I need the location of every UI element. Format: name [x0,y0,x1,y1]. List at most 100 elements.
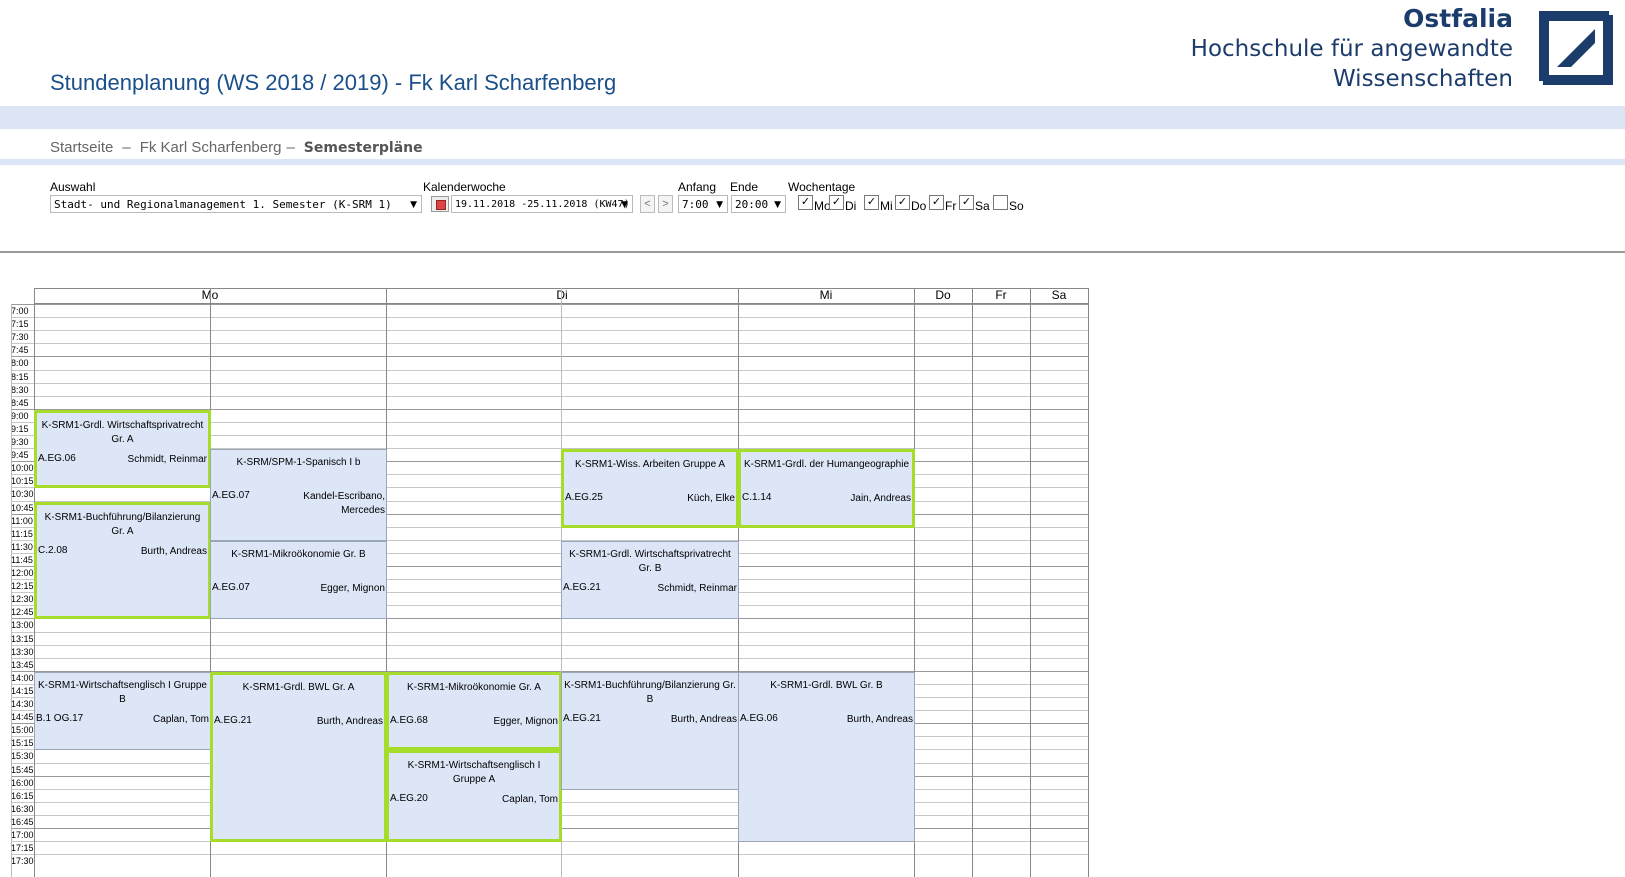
time-label: 10:45 [11,501,34,514]
time-label: 9:15 [11,422,34,435]
time-label: 17:15 [11,842,34,855]
event-person: Burth, Andreas [670,713,737,725]
time-label: 15:30 [11,750,34,763]
event-room: A.EG.07 [212,490,250,502]
grid-line [972,288,973,877]
event-title: K-SRM1-Grdl. Wirtschaftsprivatrecht Gr. … [41,419,204,445]
day-header-do: Do [935,288,951,302]
grid-line [11,304,12,877]
event-person: Caplan, Tom [502,794,558,806]
time-label: 14:45 [11,711,34,724]
timetable-event[interactable]: K-SRM/SPM-1-Spanisch I b A.EG.07 Kandel-Es… [210,449,387,541]
grid-line [1088,288,1089,877]
time-label: 11:00 [11,514,34,527]
timetable-event[interactable]: K-SRM1-Mikroökonomie Gr. A A.EG.68 Egger, … [386,671,562,751]
day-header-sa: Sa [1051,288,1067,302]
event-person: Burth, Andreas [140,545,207,557]
grid-line [11,356,1088,358]
event-title: K-SRM1-Buchführung/Bilanzierung Gr. A [44,511,201,537]
time-label: 10:30 [11,488,34,501]
event-room: A.EG.25 [565,492,603,504]
timetable-event[interactable]: K-SRM1-Grdl. Wirtschaftsprivatrecht Gr. … [561,540,739,620]
time-label: 12:00 [11,567,34,579]
time-label: 10:00 [11,462,34,475]
event-person: Caplan, Tom [153,713,209,725]
event-title: K-SRM/SPM-1-Spanisch I b [236,457,361,469]
time-label: 13:15 [11,632,34,645]
grid-line [11,330,1088,332]
time-label: 7:15 [11,318,34,331]
time-label: 8:15 [11,370,34,383]
time-label: 9:45 [11,449,34,462]
time-label: 17:30 [11,855,34,868]
event-room: C.1.14 [742,492,772,504]
time-label: 8:30 [11,383,34,396]
time-label: 8:00 [11,357,34,370]
event-title: K-SRM1-Mikroökonomie Gr. B [231,548,366,560]
time-label: 14:15 [11,684,34,697]
grid-line [11,369,1088,371]
timetable-event[interactable]: K-SRM1-Grdl. Wirtschaftsprivatrecht Gr. … [34,409,211,489]
time-label: 16:45 [11,815,34,828]
timetable-event[interactable]: K-SRM1-Grdl. BWL Gr. A A.EG.21 Burth, Andr… [210,671,387,843]
event-title: K-SRM1-Wirtschaftsenglisch I Gruppe B [38,679,207,705]
event-person: Kandel-Escribano, Mercedes [303,491,385,517]
event-title: K-SRM1-Wiss. Arbeiten Gruppe A [574,459,726,471]
timetable-event[interactable]: K-SRM1-Buchführung/Bilanzierung Gr. A C.2… [34,501,211,620]
time-label: 9:30 [11,436,34,448]
grid-line [11,644,1088,646]
time-label: 11:15 [11,527,34,540]
timetable: MoDiMiDoFrSa7:007:157:307:458:008:158:30… [0,0,1625,877]
timetable-event[interactable]: K-SRM1-Wirtschaftsenglisch I Gruppe B B.1… [34,671,211,751]
time-label: 7:45 [11,344,34,357]
event-title: K-SRM1-Grdl. Wirtschaftsprivatrecht Gr. … [569,548,731,574]
time-label: 10:15 [11,475,34,488]
grid-line [11,854,1088,856]
event-room: C.2.08 [38,544,68,556]
event-room: A.EG.07 [212,581,250,593]
event-person: Egger, Mignon [320,582,386,594]
grid-line [1030,288,1031,877]
grid-line [11,395,1088,397]
time-label: 12:30 [11,593,34,606]
timetable-event[interactable]: K-SRM1-Grdl. BWL Gr. B A.EG.06 Burth, Andr… [738,671,915,843]
timetable-event[interactable]: K-SRM1-Grdl. der Humangeographie C.1.14 Ja… [738,449,915,528]
time-label: 15:15 [11,737,34,750]
time-label: 15:45 [11,763,34,776]
event-person: Burth, Andreas [316,715,383,727]
timetable-event[interactable]: K-SRM1-Mikroökonomie Gr. B A.EG.07 Egger, … [210,540,387,620]
time-label: 16:15 [11,789,34,802]
event-person: Egger, Mignon [493,715,559,727]
event-person: Küch, Elke [687,493,735,505]
timetable-event[interactable]: K-SRM1-Buchführung/Bilanzierung Gr. B A.E… [561,671,739,790]
day-header-fr: Fr [995,288,1007,302]
time-label: 17:00 [11,829,34,841]
time-label: 9:00 [11,409,34,422]
time-label: 16:30 [11,802,34,815]
event-room: A.EG.21 [214,714,252,726]
event-room: B.1 OG.17 [36,712,84,724]
grid-line [11,304,1088,305]
event-room: A.EG.06 [38,452,76,464]
time-label: 7:00 [11,305,34,317]
event-title: K-SRM1-Mikroökonomie Gr. A [407,681,541,693]
time-label: 11:45 [11,553,34,566]
event-room: A.EG.06 [740,712,778,724]
time-label: 13:00 [11,619,34,632]
grid-line [11,657,1088,659]
event-title: K-SRM1-Grdl. BWL Gr. A [242,681,355,693]
event-room: A.EG.20 [390,793,428,805]
event-room: A.EG.21 [563,712,601,724]
time-label: 8:45 [11,396,34,409]
time-label: 7:30 [11,331,34,344]
event-title: K-SRM1-Grdl. der Humangeographie [743,459,910,471]
time-label: 12:45 [11,606,34,619]
event-person: Schmidt, Reinmar [127,453,207,465]
time-label: 13:30 [11,645,34,658]
event-person: Jain, Andreas [850,493,911,505]
event-title: K-SRM1-Grdl. BWL Gr. B [770,679,883,691]
timetable-event[interactable]: K-SRM1-Wirtschaftsenglisch I Gruppe A A.E… [386,750,562,843]
grid-line [11,317,1088,319]
timetable-event[interactable]: K-SRM1-Wiss. Arbeiten Gruppe A A.EG.25 Küc… [561,449,739,528]
event-room: A.EG.21 [563,581,601,593]
